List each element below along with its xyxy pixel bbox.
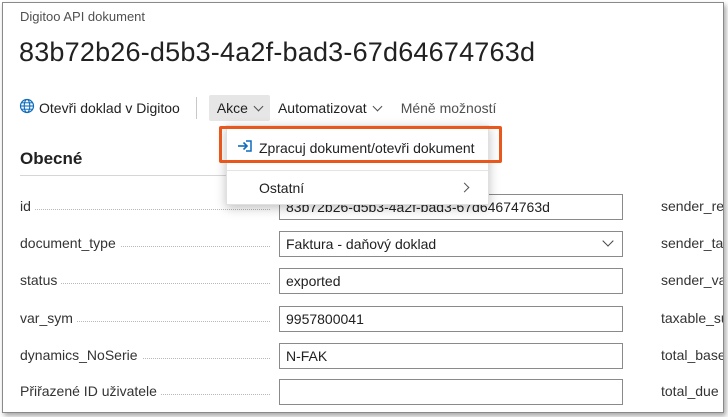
right-field-label: taxable_su xyxy=(661,310,724,326)
document-type-select[interactable]: Faktura - daňový doklad xyxy=(279,231,623,257)
actions-menu-button[interactable]: Akce xyxy=(208,95,270,121)
action-bar: Otevři doklad v Digitoo Akce Automatizov… xyxy=(19,95,496,121)
chevron-down-icon xyxy=(602,235,614,247)
assigned-user-id-field[interactable] xyxy=(279,379,623,405)
menu-item-label: Ostatní xyxy=(259,180,305,196)
page-caption: Digitoo API dokument xyxy=(20,9,146,24)
field-label: dynamics_NoSerie xyxy=(20,347,142,363)
chevron-down-icon xyxy=(253,101,264,111)
right-field-label: sender_re xyxy=(661,198,724,214)
chevron-right-icon xyxy=(459,182,470,193)
section-title[interactable]: Obecné xyxy=(20,149,82,169)
field-row-document-type: document_type Faktura - daňový doklad se… xyxy=(20,231,724,257)
app-window: Digitoo API dokument 83b72b26-d5b3-4a2f-… xyxy=(2,2,724,413)
field-label: Přiřazené ID uživatele xyxy=(20,383,161,399)
document-type-value: Faktura - daňový doklad xyxy=(286,236,437,252)
field-row-no-serie: dynamics_NoSerie N-FAK total_base xyxy=(20,343,723,369)
automate-menu-label: Automatizovat xyxy=(277,100,367,116)
open-in-digitoo-button[interactable]: Otevři doklad v Digitoo xyxy=(19,98,180,119)
field-row-assigned-user: Přiřazené ID uživatele total_due xyxy=(20,379,720,405)
field-row-var-sym: var_sym 9957800041 taxable_su xyxy=(20,306,723,332)
open-in-digitoo-label: Otevři doklad v Digitoo xyxy=(39,100,180,116)
field-row-status: status exported sender_va xyxy=(20,268,723,294)
var-sym-field[interactable]: 9957800041 xyxy=(279,306,623,332)
no-serie-field[interactable]: N-FAK xyxy=(279,343,623,369)
menu-item-other[interactable]: Ostatní xyxy=(227,171,488,205)
highlight-box xyxy=(219,126,502,163)
right-field-label: total_due xyxy=(661,383,719,399)
automate-menu-button[interactable]: Automatizovat xyxy=(270,95,389,121)
page-title: 83b72b26-d5b3-4a2f-bad3-67d64674763d xyxy=(19,37,536,67)
right-field-label: total_base xyxy=(661,347,724,363)
chevron-down-icon xyxy=(372,101,383,111)
section-divider xyxy=(20,175,250,176)
actions-menu-label: Akce xyxy=(216,100,248,116)
field-label: document_type xyxy=(20,235,120,251)
right-field-label: sender_va xyxy=(661,272,724,288)
field-label: id xyxy=(20,198,35,214)
field-label: status xyxy=(20,272,62,288)
leader-dots xyxy=(20,209,270,210)
fewer-options-button[interactable]: Méně možností xyxy=(401,100,497,116)
status-field[interactable]: exported xyxy=(279,268,623,294)
globe-icon xyxy=(19,98,35,119)
right-field-label: sender_ta xyxy=(661,235,724,251)
action-bar-divider xyxy=(195,97,197,119)
field-label: var_sym xyxy=(20,310,77,326)
